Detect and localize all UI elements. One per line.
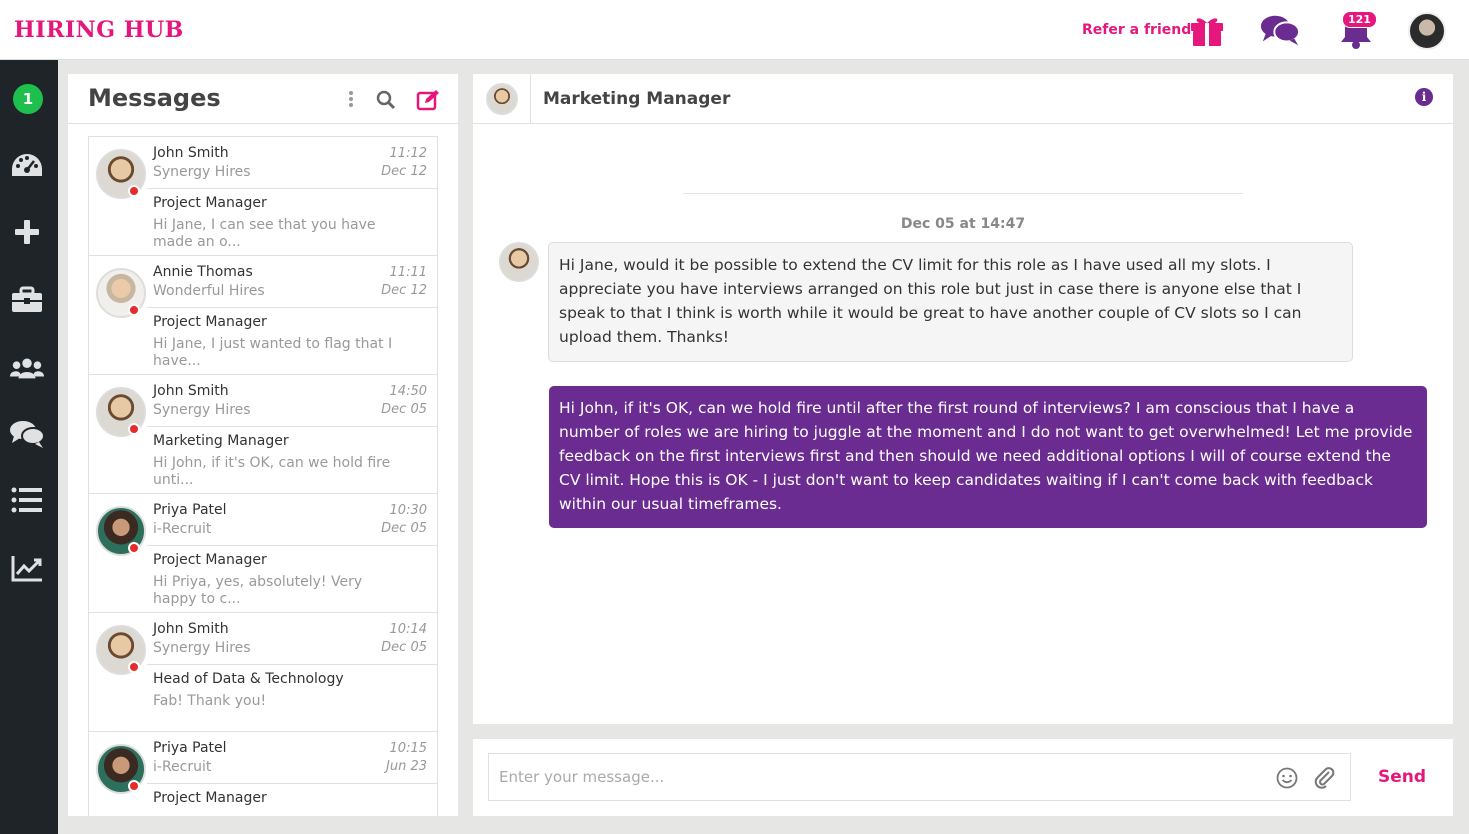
conversation-date: Dec 05 (381, 402, 427, 417)
conversation-date: Dec 05 (381, 521, 427, 536)
conversation-time: 14:50 (389, 384, 427, 399)
send-button[interactable]: Send (1378, 767, 1426, 787)
conversation-name: Priya Patel (153, 740, 227, 756)
divider (147, 426, 437, 427)
outgoing-message: Hi John, if it's OK, can we hold fire un… (549, 386, 1427, 528)
conversation-time: 11:12 (389, 146, 427, 161)
divider (147, 783, 437, 784)
conversation-time: 10:30 (389, 503, 427, 518)
refer-a-friend-link[interactable]: Refer a friend (1082, 22, 1191, 38)
conversation-role: Marketing Manager (153, 433, 289, 449)
message-composer: Send (473, 739, 1453, 816)
divider (683, 193, 1243, 194)
messages-title: Messages (88, 84, 221, 112)
conversation-company: i-Recruit (153, 759, 212, 775)
conversation-preview: Fab! Thank you! (153, 693, 267, 709)
conversation-company: Synergy Hires (153, 402, 251, 418)
attachment-icon[interactable] (1313, 766, 1337, 790)
sidebar-count-badge[interactable]: 1 (13, 84, 43, 114)
emoji-icon[interactable] (1275, 766, 1299, 790)
conversation-item[interactable]: John Smith Synergy Hires 14:50 Dec 05 Ma… (89, 375, 437, 494)
conversation-item[interactable]: John Smith Synergy Hires 11:12 Dec 12 Pr… (89, 137, 437, 256)
conversation-item[interactable]: John Smith Synergy Hires 10:14 Dec 05 He… (89, 613, 437, 732)
search-icon[interactable] (376, 90, 396, 114)
chat-icon[interactable] (9, 416, 45, 452)
conversation-item[interactable]: Priya Patel i-Recruit 10:30 Dec 05 Proje… (89, 494, 437, 613)
conversation-preview: Hi John, if it's OK, can we hold fire un… (153, 455, 391, 488)
compose-icon[interactable] (416, 89, 440, 115)
conversation-name: John Smith (153, 145, 229, 161)
analytics-chart-icon[interactable] (9, 550, 45, 586)
app-logo[interactable]: HIRING HUB (14, 17, 184, 43)
conversation-preview: Hi Jane, I can see that you have made an… (153, 217, 376, 250)
messages-header: Messages (68, 74, 458, 124)
sidebar: 1 (0, 60, 58, 834)
divider (147, 545, 437, 546)
message-timestamp: Dec 05 at 14:47 (900, 216, 1026, 232)
users-icon[interactable] (9, 350, 45, 386)
conversation-name: Priya Patel (153, 502, 227, 518)
conversation-company: Synergy Hires (153, 640, 251, 656)
user-avatar[interactable] (1408, 12, 1446, 50)
avatar (499, 242, 539, 282)
conversation-date: Dec 12 (381, 283, 427, 298)
conversation-time: 10:15 (389, 741, 427, 756)
messages-panel: Messages John Smith Synergy Hires 11:12 … (68, 74, 458, 816)
divider (147, 188, 437, 189)
conversation-date: Dec 12 (381, 164, 427, 179)
notification-count-badge: 121 (1342, 11, 1377, 28)
status-dot (128, 661, 140, 673)
conversation-role: Project Manager (153, 314, 267, 330)
status-dot (128, 542, 140, 554)
divider (530, 74, 531, 123)
conversation-name: Annie Thomas (153, 264, 253, 280)
divider (147, 664, 437, 665)
briefcase-icon[interactable] (9, 282, 45, 318)
chat-header: Marketing Manager i (473, 74, 1453, 124)
conversation-company: i-Recruit (153, 521, 212, 537)
conversation-time: 11:11 (389, 265, 427, 280)
conversation-role: Project Manager (153, 790, 267, 806)
message-input[interactable] (488, 753, 1351, 801)
incoming-message: Hi Jane, would it be possible to extend … (548, 242, 1353, 362)
conversation-role: Head of Data & Technology (153, 671, 344, 687)
status-dot (128, 780, 140, 792)
status-dot (128, 185, 140, 197)
conversation-time: 10:14 (389, 622, 427, 637)
list-icon[interactable] (9, 482, 45, 518)
conversation-name: John Smith (153, 621, 229, 637)
divider (147, 307, 437, 308)
conversation-item[interactable]: Priya Patel i-Recruit 10:15 Jun 23 Proje… (89, 732, 437, 816)
conversation-role: Project Manager (153, 195, 267, 211)
conversation-list[interactable]: John Smith Synergy Hires 11:12 Dec 12 Pr… (88, 136, 438, 816)
conversation-date: Dec 05 (381, 640, 427, 655)
conversation-item[interactable]: Annie Thomas Wonderful Hires 11:11 Dec 1… (89, 256, 437, 375)
dashboard-icon[interactable] (9, 148, 45, 184)
conversation-company: Synergy Hires (153, 164, 251, 180)
conversation-name: John Smith (153, 383, 229, 399)
gift-icon[interactable] (1187, 10, 1227, 50)
chat-title: Marketing Manager (543, 89, 731, 109)
messages-icon[interactable] (1260, 10, 1300, 50)
status-dot (128, 304, 140, 316)
avatar (486, 83, 518, 115)
top-bar: HIRING HUB Refer a friend 121 (0, 0, 1469, 60)
plus-icon[interactable] (9, 214, 45, 250)
conversation-preview: Hi Priya, yes, absolutely! Very happy to… (153, 574, 363, 607)
conversation-preview: Hi Jane, I just wanted to flag that I ha… (153, 336, 393, 369)
conversation-date: Jun 23 (386, 759, 427, 774)
info-icon[interactable]: i (1415, 88, 1433, 106)
chat-panel: Marketing Manager i Dec 05 at 14:47 Hi J… (473, 74, 1453, 724)
status-dot (128, 423, 140, 435)
more-options-icon[interactable] (347, 90, 355, 112)
conversation-company: Wonderful Hires (153, 283, 265, 299)
conversation-role: Project Manager (153, 552, 267, 568)
